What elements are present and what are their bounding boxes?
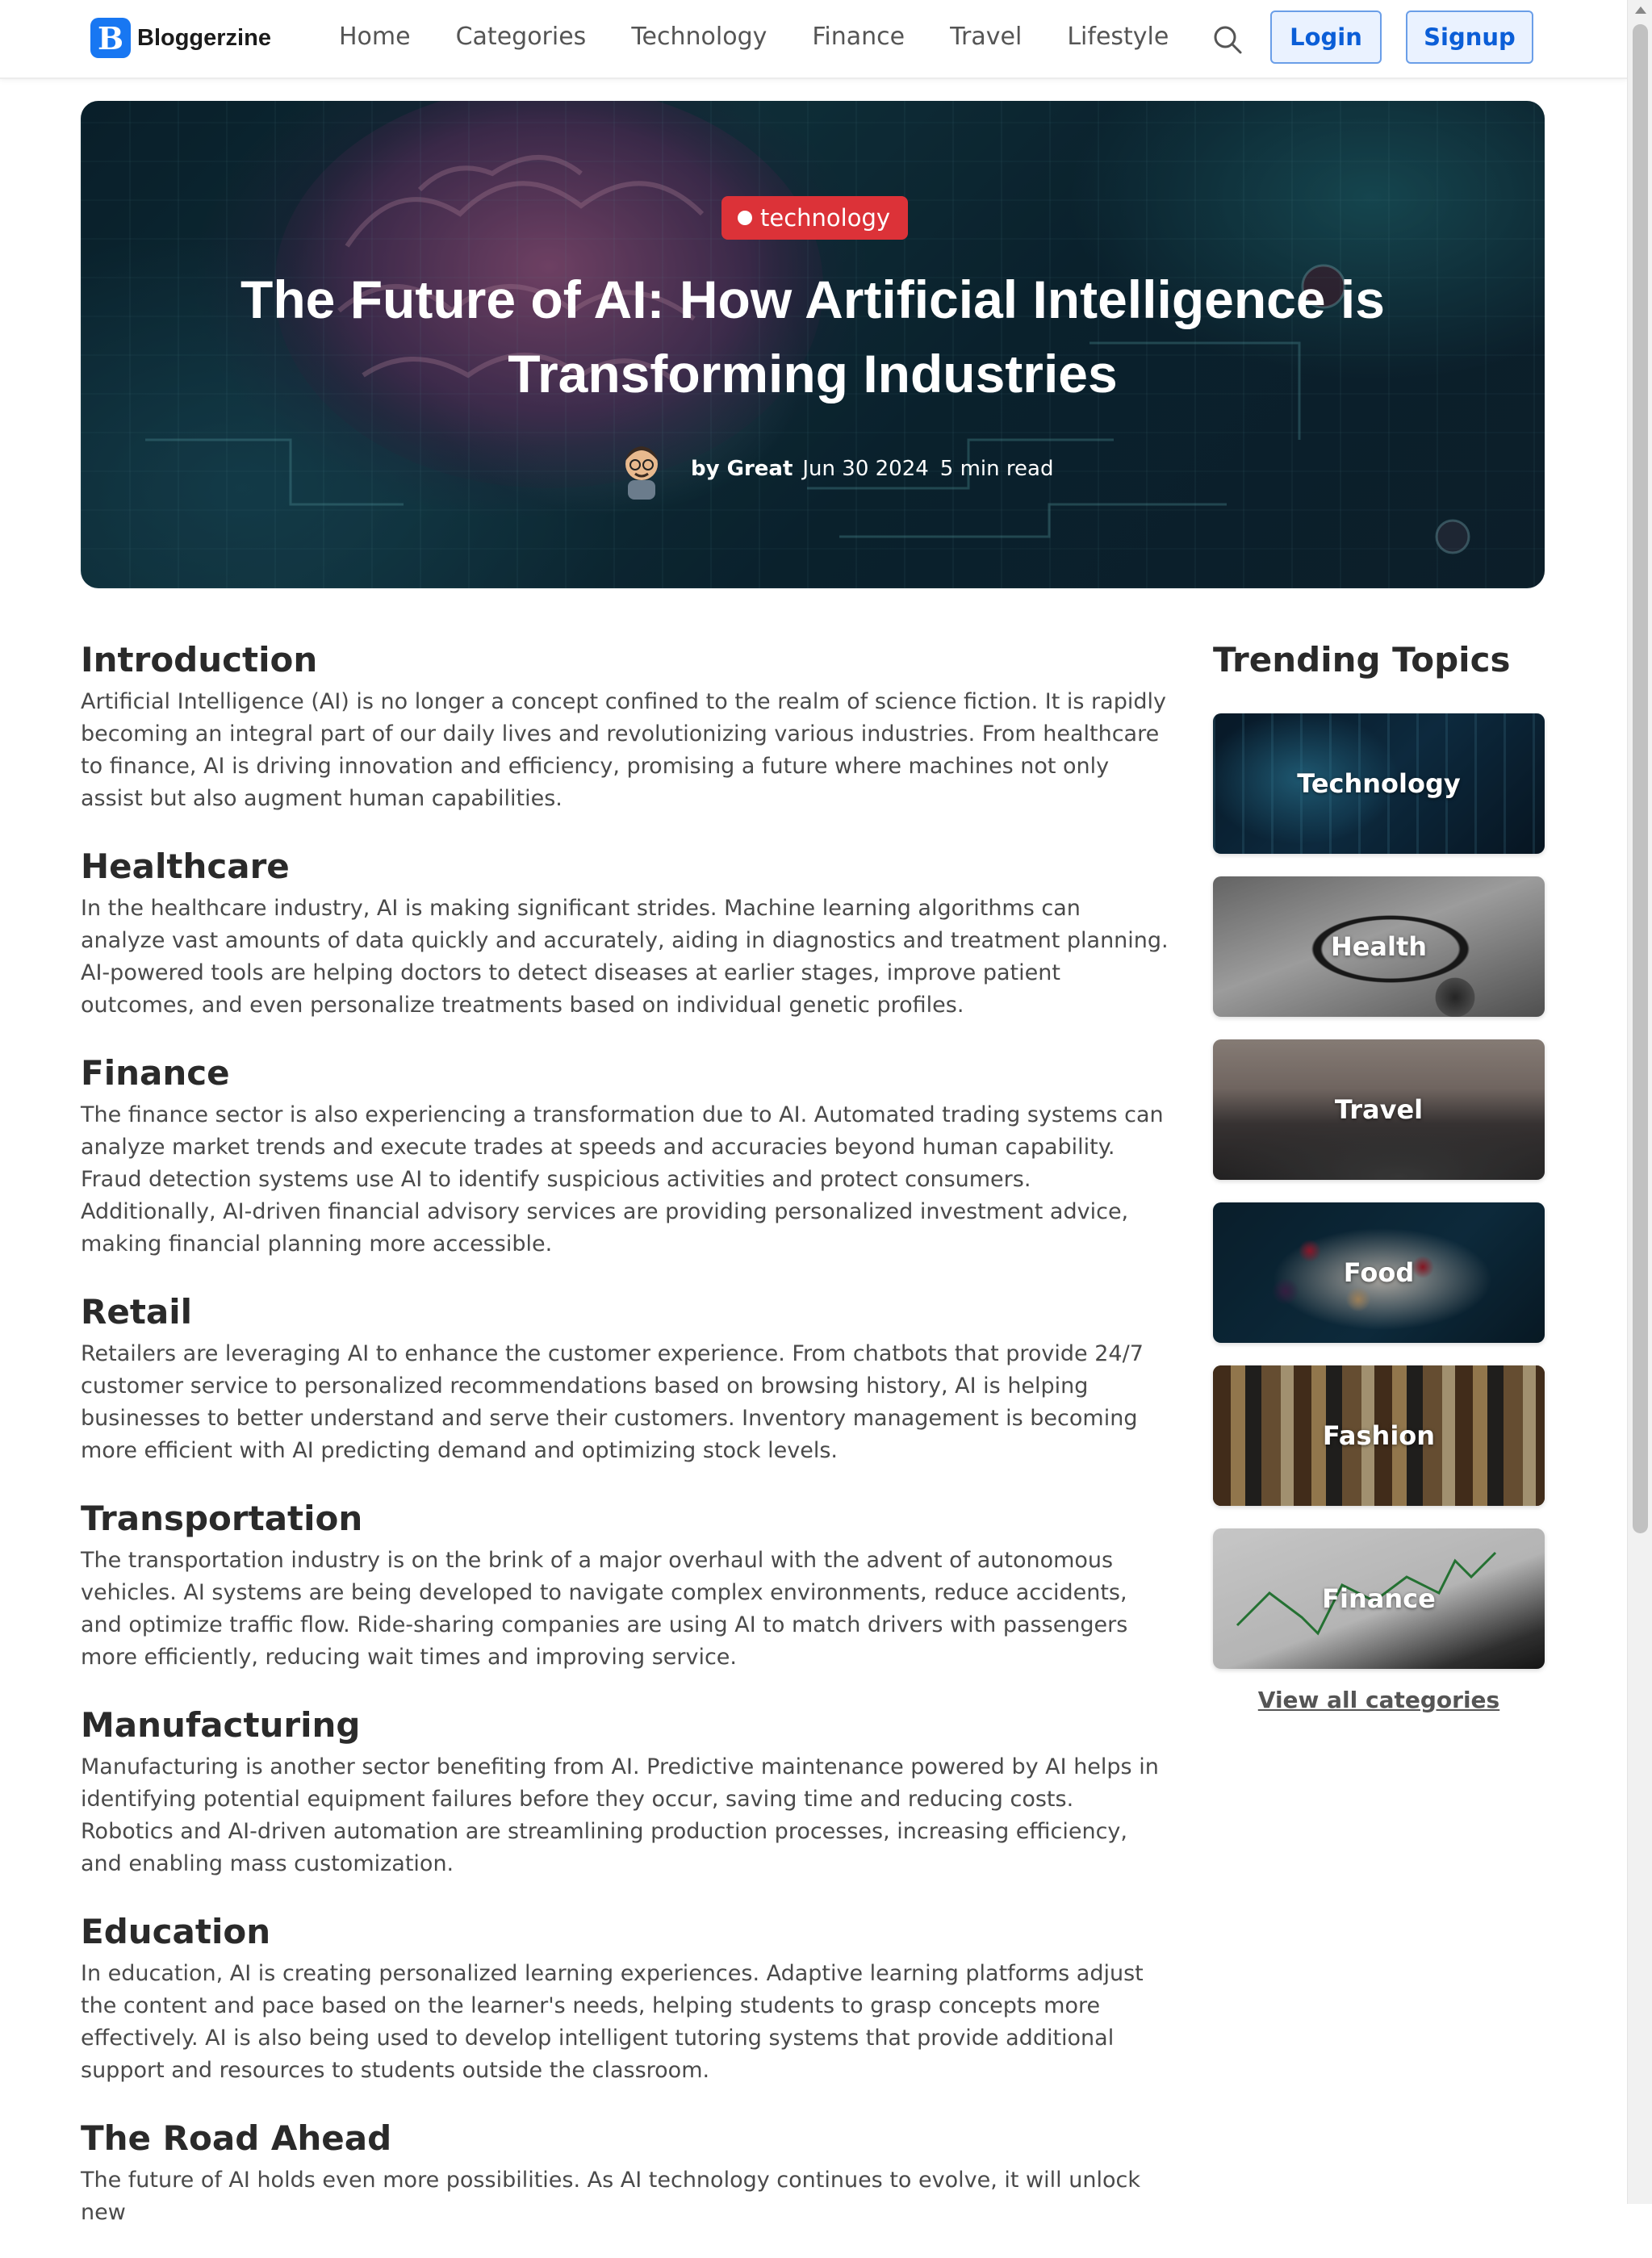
section-heading: Healthcare [81,847,290,886]
section-text: In the healthcare industry, AI is making… [81,896,1169,1018]
section-education: Education In education, AI is creating p… [81,1909,1170,2087]
nav-link-technology[interactable]: Technology [631,23,767,51]
signup-button[interactable]: Signup [1406,10,1533,64]
topic-card-food[interactable]: Food [1213,1202,1545,1343]
article-body: Introduction Artificial Intelligence (AI… [81,638,1170,2258]
nav-link-categories[interactable]: Categories [456,23,587,51]
trending-sidebar: Trending Topics Technology Health Travel… [1213,638,1545,1713]
section-introduction: Introduction Artificial Intelligence (AI… [81,638,1170,815]
section-heading: Introduction [81,640,318,679]
section-heading: Finance [81,1053,230,1093]
author-name[interactable]: by Great [691,457,793,481]
section-manufacturing: Manufacturing Manufacturing is another s… [81,1703,1170,1880]
section-text: The finance sector is also experiencing … [81,1102,1164,1257]
topic-card-health[interactable]: Health [1213,876,1545,1017]
page-scrollbar[interactable] [1627,0,1652,2204]
topic-label: Fashion [1322,1420,1436,1451]
article-meta: by Great Jun 30 2024 5 min read [613,438,1064,500]
topic-label: Technology [1297,768,1461,799]
topic-card-finance[interactable]: Finance [1213,1528,1545,1669]
author-avatar[interactable] [613,438,670,500]
section-heading: The Road Ahead [81,2118,392,2158]
scroll-thumb[interactable] [1633,24,1648,1533]
nav-link-lifestyle[interactable]: Lifestyle [1067,23,1169,51]
section-text: In education, AI is creating personalize… [81,1961,1144,2083]
nav-links: Home Categories Technology Finance Trave… [339,23,1214,51]
section-heading: Education [81,1912,271,1951]
section-text: The future of AI holds even more possibi… [81,2168,1140,2225]
brand-name[interactable]: Bloggerzine [137,25,271,52]
read-time: 5 min read [939,457,1054,481]
nav-link-finance[interactable]: Finance [812,23,905,51]
section-retail: Retail Retailers are leveraging AI to en… [81,1290,1170,1467]
section-text: The transportation industry is on the br… [81,1548,1128,1670]
navbar: B Bloggerzine Home Categories Technology… [0,0,1627,79]
badge-dot-icon [738,211,752,225]
view-all-categories-link[interactable]: View all categories [1213,1687,1545,1713]
section-transportation: Transportation The transportation indust… [81,1496,1170,1674]
category-badge[interactable]: technology [721,196,909,240]
search-icon[interactable] [1211,23,1244,56]
scroll-up-arrow-icon[interactable] [1635,6,1646,14]
topic-card-technology[interactable]: Technology [1213,713,1545,854]
section-text: Manufacturing is another sector benefiti… [81,1754,1159,1876]
topic-card-travel[interactable]: Travel [1213,1039,1545,1180]
topic-label: Health [1330,931,1428,962]
topic-label: Finance [1322,1583,1436,1614]
section-text: Retailers are leveraging AI to enhance t… [81,1341,1144,1463]
section-heading: Transportation [81,1499,363,1538]
article-title: The Future of AI: How Artificial Intelli… [240,270,1385,404]
topic-label: Travel [1334,1094,1424,1125]
section-road-ahead: The Road Ahead The future of AI holds ev… [81,2116,1170,2229]
section-heading: Retail [81,1292,193,1332]
brand[interactable]: B Bloggerzine [90,18,271,58]
topic-label: Food [1343,1257,1415,1288]
section-heading: Manufacturing [81,1705,361,1745]
section-finance: Finance The finance sector is also exper… [81,1051,1170,1261]
publish-date: Jun 30 2024 [802,457,929,481]
nav-link-travel[interactable]: Travel [950,23,1022,51]
topic-card-fashion[interactable]: Fashion [1213,1365,1545,1506]
login-button[interactable]: Login [1270,10,1382,64]
sidebar-title: Trending Topics [1213,640,1511,679]
section-healthcare: Healthcare In the healthcare industry, A… [81,844,1170,1022]
category-badge-label: technology [760,204,891,232]
nav-link-home[interactable]: Home [339,23,411,51]
brand-logo-icon[interactable]: B [90,18,131,58]
section-text: Artificial Intelligence (AI) is no longe… [81,689,1166,811]
hero-banner: technology The Future of AI: How Artific… [81,101,1545,588]
